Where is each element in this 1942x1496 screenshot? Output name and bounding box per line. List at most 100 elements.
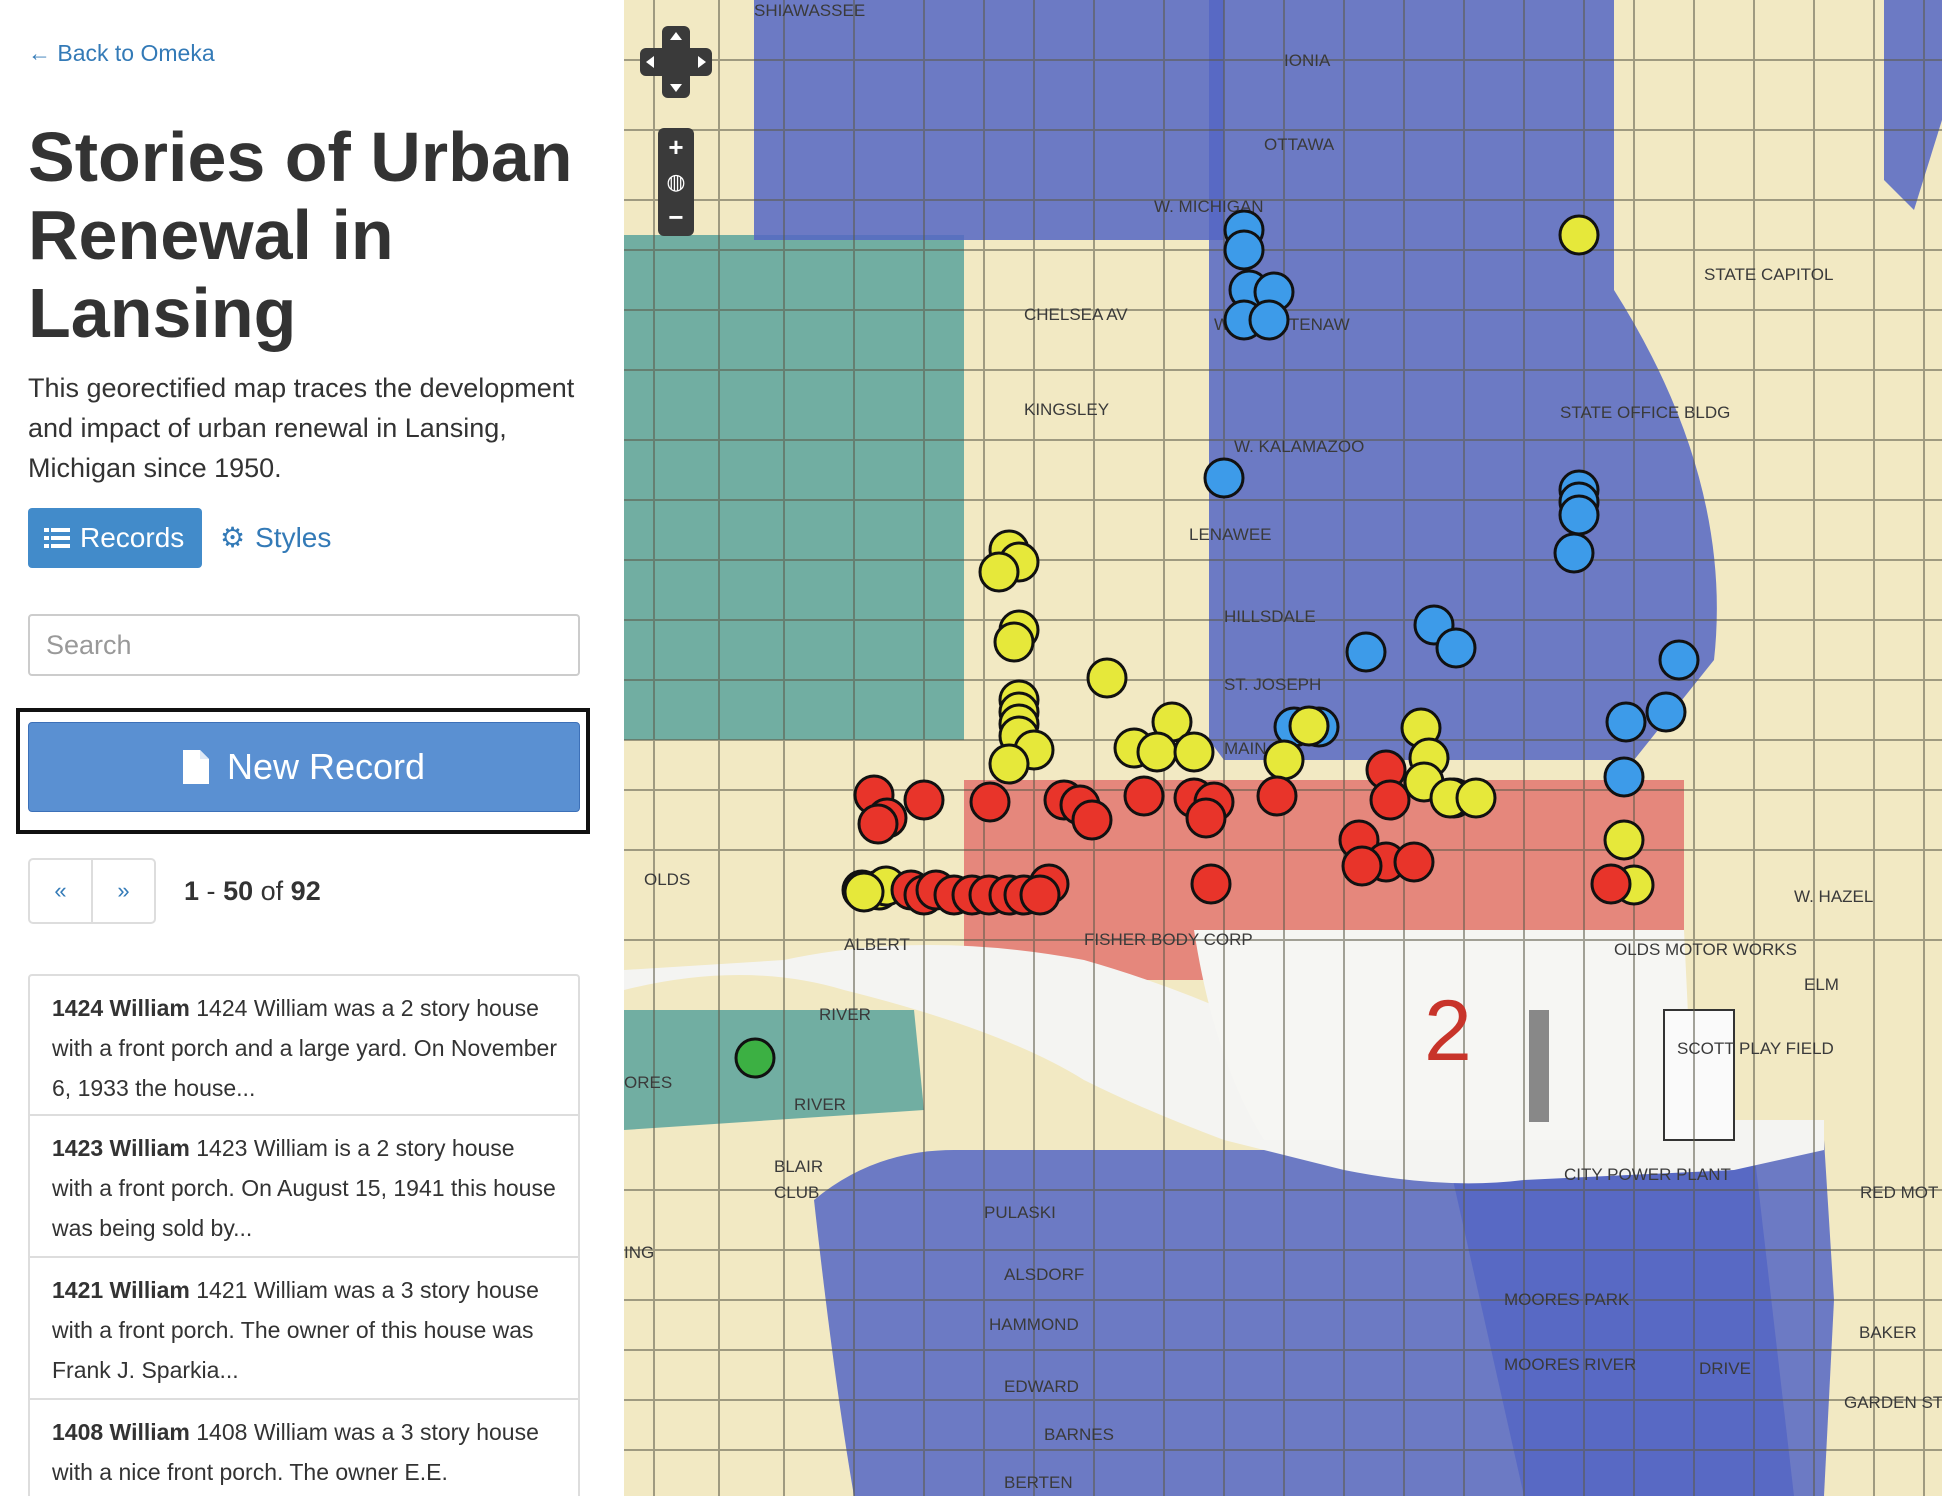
plant-building <box>1529 1010 1549 1122</box>
blue-map-marker[interactable] <box>1223 229 1265 271</box>
tab-records-label: Records <box>80 522 185 553</box>
yellow-map-marker[interactable] <box>1173 731 1215 773</box>
tab-records[interactable]: Records <box>28 508 202 568</box>
map-street-label: RED MOT <box>1860 1183 1938 1202</box>
map-street-label: RIVER <box>794 1095 846 1114</box>
blue-map-marker[interactable] <box>1603 756 1645 798</box>
sidebar: ← Back to Omeka Stories of Urban Renewal… <box>0 0 624 1496</box>
yellow-map-marker[interactable] <box>1455 777 1497 819</box>
map-street-label: EDWARD <box>1004 1377 1079 1396</box>
map-street-label: ALSDORF <box>1004 1265 1084 1284</box>
red-map-marker[interactable] <box>1019 874 1061 916</box>
pan-control[interactable] <box>640 24 712 100</box>
yellow-map-marker[interactable] <box>1558 214 1600 256</box>
map-street-label: STATE CAPITOL <box>1704 265 1833 284</box>
map-street-label: ALBERT <box>844 935 910 954</box>
list-icon <box>44 528 70 548</box>
map-street-label: OLDS MOTOR WORKS <box>1614 940 1797 959</box>
map-street-label: ELM <box>1804 975 1839 994</box>
pagination: « » <box>28 858 156 924</box>
red-map-marker[interactable] <box>1190 863 1232 905</box>
map-street-label: ST. JOSEPH <box>1224 675 1321 694</box>
yellow-map-marker[interactable] <box>1288 705 1330 747</box>
list-item[interactable]: 1408 William 1408 William was a 3 story … <box>28 1400 580 1496</box>
map-street-label: IONIA <box>1284 51 1331 70</box>
map-street-label: KINGSLEY <box>1024 400 1109 419</box>
count-of: of <box>260 876 284 906</box>
map-canvas[interactable]: SHIAWASSEE IONIA OTTAWA W. MICHIGAN CHELSEA … <box>624 0 1942 1496</box>
map-street-label: BARNES <box>1044 1425 1114 1444</box>
red-map-marker[interactable] <box>1256 775 1298 817</box>
red-map-marker[interactable] <box>1071 799 1113 841</box>
globe-icon[interactable]: ◍ <box>666 169 685 195</box>
map-street-label: FISHER BODY CORP <box>1084 930 1253 949</box>
map-street-label: DRIVE <box>1699 1359 1751 1378</box>
blue-map-marker[interactable] <box>1345 631 1387 673</box>
red-map-marker[interactable] <box>1185 797 1227 839</box>
yellow-map-marker[interactable] <box>978 551 1020 593</box>
zoom-control: + ◍ − <box>658 128 694 236</box>
blue-map-marker[interactable] <box>1248 299 1290 341</box>
blue-map-marker[interactable] <box>1203 457 1245 499</box>
yellow-map-marker[interactable] <box>993 621 1035 663</box>
next-page-button[interactable]: » <box>91 860 154 922</box>
map-street-label: W. HAZEL <box>1794 887 1873 906</box>
yellow-map-marker[interactable] <box>1136 731 1178 773</box>
map-street-label: OLDS <box>644 870 690 889</box>
map-street-label: STATE OFFICE BLDG <box>1560 403 1730 422</box>
page-title: Stories of Urban Renewal in Lansing <box>28 118 573 352</box>
yellow-map-marker[interactable] <box>843 871 885 913</box>
zone-number-label: 2 <box>1424 983 1472 1079</box>
red-map-marker[interactable] <box>1341 845 1383 887</box>
new-record-button[interactable]: New Record <box>28 722 580 812</box>
red-map-marker[interactable] <box>1393 841 1435 883</box>
yellow-map-marker[interactable] <box>988 743 1030 785</box>
list-item[interactable]: 1424 William 1424 William was a 2 story … <box>28 974 580 1116</box>
zoom-in-button[interactable]: + <box>668 134 683 160</box>
list-item[interactable]: 1423 William 1423 William is a 2 story h… <box>28 1116 580 1258</box>
zoom-out-button[interactable]: − <box>668 204 683 230</box>
yellow-map-marker[interactable] <box>1263 739 1305 781</box>
records-list: 1424 William 1424 William was a 2 story … <box>28 974 580 1496</box>
red-map-marker[interactable] <box>969 781 1011 823</box>
back-to-omeka-link[interactable]: ← Back to Omeka <box>28 40 215 67</box>
map-street-label: LENAWEE <box>1189 525 1272 544</box>
count-end: 50 <box>223 876 254 906</box>
map-street-label: CHELSEA AV <box>1024 305 1128 324</box>
red-map-marker[interactable] <box>857 803 899 845</box>
yellow-map-marker[interactable] <box>1086 657 1128 699</box>
map-street-label: RIVER <box>819 1005 871 1024</box>
map-street-label: HAMMOND <box>989 1315 1079 1334</box>
map-street-label: MOORES RIVER <box>1504 1355 1636 1374</box>
historic-map[interactable]: SHIAWASSEEIONIAOTTAWAW. MICHIGANCHELSEA … <box>624 0 1942 1496</box>
blue-map-marker[interactable] <box>1435 627 1477 669</box>
record-count: 1 - 50 of 92 <box>184 876 321 907</box>
red-map-marker[interactable] <box>1123 775 1165 817</box>
page-description: This georectified map traces the develop… <box>28 373 575 483</box>
record-title: 1421 William <box>52 1277 190 1303</box>
prev-page-button[interactable]: « <box>30 860 91 922</box>
map-street-label: CITY POWER PLANT <box>1564 1165 1731 1184</box>
red-map-marker[interactable] <box>903 779 945 821</box>
yellow-map-marker[interactable] <box>1603 819 1645 861</box>
blue-map-marker[interactable] <box>1553 532 1595 574</box>
list-item[interactable]: 1421 William 1421 William was a 3 story … <box>28 1258 580 1400</box>
gear-icon: ⚙ <box>220 522 246 553</box>
map-street-label: GARDEN ST <box>1844 1393 1942 1412</box>
search-input[interactable] <box>28 614 580 676</box>
green-map-marker[interactable] <box>734 1037 776 1079</box>
tab-styles-label: Styles <box>255 522 332 553</box>
map-street-label: SHIAWASSEE <box>754 1 865 20</box>
map-street-label: SCOTT PLAY FIELD <box>1677 1039 1834 1058</box>
count-total: 92 <box>290 876 321 906</box>
blue-map-marker[interactable] <box>1558 494 1600 536</box>
blue-map-marker[interactable] <box>1645 691 1687 733</box>
map-street-label: BERTEN <box>1004 1473 1073 1492</box>
red-map-marker[interactable] <box>1369 779 1411 821</box>
blue-map-marker[interactable] <box>1658 639 1700 681</box>
tab-styles[interactable]: ⚙ Styles <box>218 508 358 568</box>
count-start: 1 <box>184 876 200 906</box>
red-map-marker[interactable] <box>1590 863 1632 905</box>
count-dash: - <box>206 876 216 906</box>
blue-map-marker[interactable] <box>1605 701 1647 743</box>
